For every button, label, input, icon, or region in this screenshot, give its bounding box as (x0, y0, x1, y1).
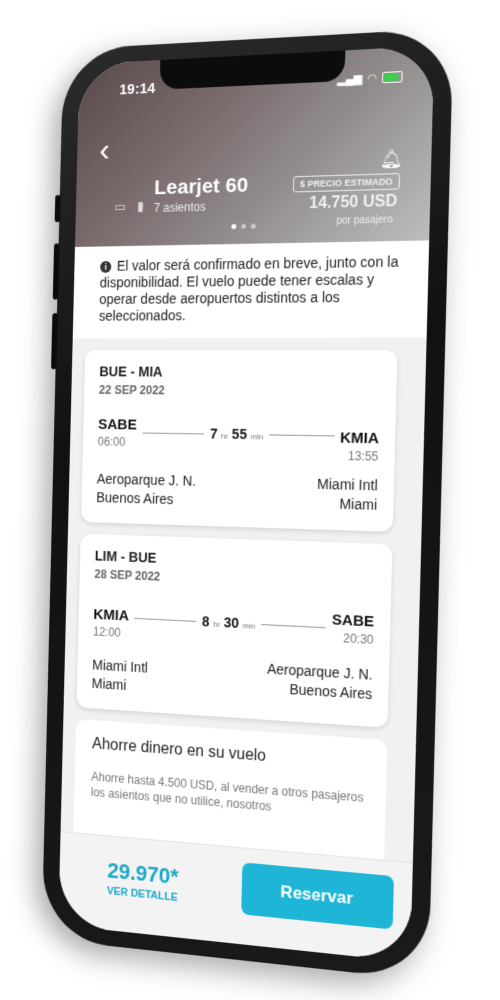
arrival: KMIA 13:55 (339, 419, 379, 464)
departure-city: Buenos Aires (96, 488, 196, 509)
estimated-price-badge: $ PRECIO ESTIMADO (293, 173, 400, 192)
arrival: SABE 20:30 (331, 611, 374, 647)
departure-time: 12:00 (93, 625, 129, 641)
flight-leg: SABE 06:00 7 hr 55 min KMIA 13:55 (97, 416, 379, 464)
flight-date: 22 SEP 2022 (99, 383, 380, 399)
duration-minutes: 55 (232, 426, 248, 442)
arrival-city: Miami (316, 494, 377, 515)
departure-code: SABE (98, 416, 137, 433)
route: BUE - MIA (99, 364, 381, 381)
airport-names: Aeroparque J. N. Buenos Aires Miami Intl… (96, 470, 378, 515)
back-icon[interactable]: ‹ (99, 133, 110, 167)
info-notice-text: El valor será confirmado en breve, junto… (99, 253, 399, 323)
airport-names: Miami Intl Miami Aeroparque J. N. Buenos… (91, 650, 372, 710)
departure-airport: Aeroparque J. N. (97, 470, 197, 491)
hours-unit: hr (213, 620, 220, 629)
amenity-icons: ▭▮ (114, 198, 155, 215)
carousel-dots[interactable] (231, 224, 255, 230)
price-per-passenger-label: por pasajero (336, 214, 393, 227)
duration-hours: 7 (210, 426, 218, 442)
mute-switch (55, 195, 61, 222)
aircraft-name: Learjet 60 (154, 174, 248, 201)
reserve-button[interactable]: Reservar (241, 862, 394, 929)
arrival-airport-block: Aeroparque J. N. Buenos Aires (266, 660, 373, 711)
status-icons: ▂▄▆ ◠ (337, 70, 403, 86)
arrival-code: KMIA (340, 429, 379, 447)
volume-down-button (51, 313, 58, 369)
duration: 8 hr 30 min (134, 610, 326, 635)
wifi-icon: ◠ (367, 71, 377, 85)
hours-unit: hr (221, 432, 228, 441)
duration-minutes: 30 (224, 614, 239, 631)
screen: 19:14 ▂▄▆ ◠ ‹ 🔔︎ ▭▮ Learjet 60 7 asiento… (58, 46, 434, 962)
arrival-airport: Miami Intl (317, 475, 378, 496)
info-icon: i (100, 261, 111, 273)
volume-up-button (53, 243, 60, 299)
arrival-time: 20:30 (331, 631, 373, 647)
savings-title: Ahorre dinero en su vuelo (92, 736, 369, 774)
departure-code: KMIA (93, 606, 129, 624)
content-scroll[interactable]: i El valor será confirmado en breve, junt… (61, 240, 430, 863)
duration-hours: 8 (202, 613, 210, 629)
phone-frame: 19:14 ▂▄▆ ◠ ‹ 🔔︎ ▭▮ Learjet 60 7 asiento… (42, 28, 454, 981)
arrival-time: 13:55 (339, 449, 378, 464)
flight-card-return[interactable]: LIM - BUE 28 SEP 2022 KMIA 12:00 8 hr 30… (76, 534, 392, 728)
departure: KMIA 12:00 (93, 600, 129, 640)
duration: 7 hr 55 min (142, 425, 334, 444)
minutes-unit: min (251, 432, 264, 441)
duration-line (134, 617, 196, 621)
arrival-code: SABE (332, 611, 375, 630)
savings-text: Ahorre hasta 4.500 USD, al vender a otro… (91, 769, 368, 823)
battery-icon (382, 71, 403, 83)
departure-airport-block: Miami Intl Miami (91, 656, 148, 696)
carousel-dot[interactable] (251, 224, 256, 229)
departure-airport-block: Aeroparque J. N. Buenos Aires (96, 470, 196, 510)
flight-card-outbound[interactable]: BUE - MIA 22 SEP 2022 SABE 06:00 7 hr 55… (81, 350, 397, 532)
carousel-dot[interactable] (231, 224, 236, 229)
duration-line (261, 624, 326, 628)
carousel-dot[interactable] (241, 224, 246, 229)
departure-time: 06:00 (98, 435, 137, 449)
status-time: 19:14 (119, 80, 155, 98)
duration-line (269, 434, 334, 436)
info-notice: i El valor será confirmado en breve, junt… (73, 240, 429, 338)
duration-line (142, 432, 204, 434)
departure: SABE 06:00 (98, 416, 137, 449)
price-per-passenger: 14.750 USD (309, 193, 397, 214)
seat-count: 7 asientos (154, 200, 206, 215)
flight-leg: KMIA 12:00 8 hr 30 min SABE 20:30 (93, 600, 374, 653)
arrival-airport-block: Miami Intl Miami (316, 475, 377, 515)
minutes-unit: min (242, 621, 255, 631)
departure-city: Miami (91, 674, 147, 696)
signal-icon: ▂▄▆ (337, 72, 362, 86)
bell-icon[interactable]: 🔔︎ (379, 148, 403, 170)
